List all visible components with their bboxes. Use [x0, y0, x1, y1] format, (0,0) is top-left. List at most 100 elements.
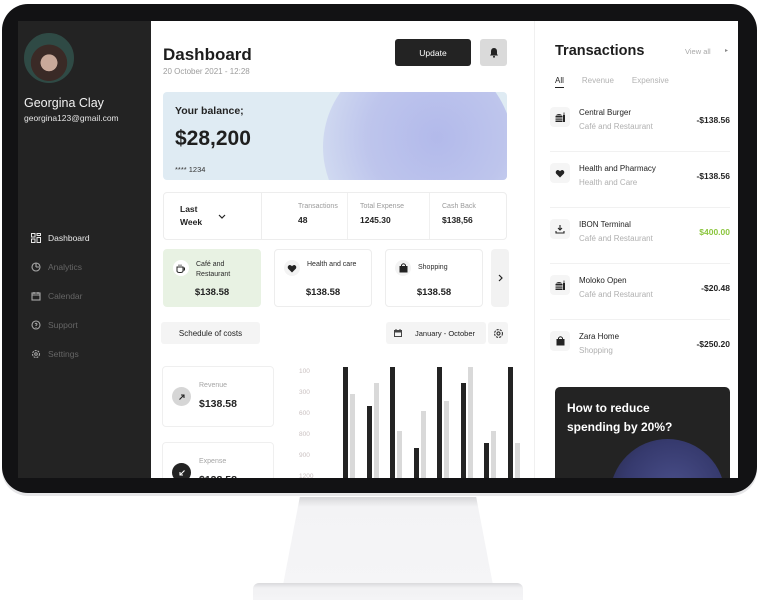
- bar-dark-7: [484, 443, 489, 478]
- transaction-amount: -$20.48: [701, 283, 730, 293]
- y-tick-label: 800: [299, 431, 310, 438]
- sidebar-item-analytics[interactable]: Analytics: [30, 252, 90, 281]
- bar-dark-1: [343, 367, 348, 478]
- transaction-row[interactable]: Health and Pharmacy Health and Care -$13…: [550, 152, 730, 208]
- balance-amount: $28,200: [175, 127, 251, 150]
- category-amount: $138.58: [305, 287, 341, 298]
- stat-label: Transactions: [298, 203, 338, 210]
- user-name: Georgina Clay: [24, 96, 104, 110]
- page-date: 20 October 2021 - 12:28: [163, 67, 250, 76]
- stat-label: Cash Back: [442, 203, 476, 210]
- stat-value: 48: [298, 215, 308, 225]
- schedule-of-costs-label: Schedule of costs: [161, 322, 260, 344]
- sidebar-item-label: Analytics: [48, 261, 83, 272]
- bar-light-8: [514, 443, 520, 478]
- tab-expensive[interactable]: Expensive: [632, 76, 669, 88]
- expense-value: $138.58: [199, 474, 237, 478]
- download-icon: [550, 219, 570, 239]
- promo-card[interactable]: How to reduce spending by 20%?: [555, 387, 730, 478]
- y-tick-label: 300: [299, 389, 310, 396]
- transaction-amount: -$138.56: [696, 171, 730, 181]
- date-range-picker[interactable]: January - October: [386, 322, 486, 344]
- y-tick-label: 600: [299, 410, 310, 417]
- transaction-row[interactable]: Zara Home Shopping -$250.20: [550, 320, 730, 376]
- sidebar-item-settings[interactable]: Settings: [30, 339, 90, 368]
- transaction-category: Café and Restaurant: [579, 234, 653, 243]
- transaction-name: IBON Terminal: [579, 220, 631, 229]
- stat-transactions: Transactions 48: [262, 193, 348, 239]
- transaction-amount: -$138.56: [696, 115, 730, 125]
- category-card-shopping[interactable]: Shopping $138.58: [385, 249, 483, 307]
- transaction-row[interactable]: Central Burger Café and Restaurant -$138…: [550, 96, 730, 152]
- transaction-amount: $400.00: [699, 227, 730, 237]
- bar-dark-4: [413, 447, 419, 478]
- revenue-card: Revenue $138.58: [162, 366, 274, 427]
- transaction-tabs: All Revenue Expensive: [555, 76, 687, 88]
- transaction-category: Shopping: [579, 346, 613, 355]
- sidebar-item-label: Support: [48, 319, 78, 330]
- transaction-name: Moloko Open: [579, 276, 627, 285]
- gear-icon: [493, 328, 503, 338]
- revenue-value: $138.58: [199, 398, 237, 410]
- heart-icon: [284, 260, 300, 276]
- sidebar-item-calendar[interactable]: Calendar: [30, 281, 90, 310]
- stat-value: $138,56: [442, 215, 473, 225]
- transaction-amount: -$250.20: [696, 339, 730, 349]
- bar-light-3: [397, 430, 402, 478]
- categories-next-button[interactable]: [491, 249, 509, 307]
- promo-text: How to reduce spending by 20%?: [567, 401, 673, 434]
- category-amount: $138.58: [416, 287, 452, 298]
- arrow-down-left-icon: [172, 463, 191, 478]
- bar-dark-2: [366, 405, 372, 478]
- bar-light-2: [373, 382, 379, 478]
- update-button[interactable]: Update: [395, 39, 471, 66]
- gear-icon: [30, 348, 42, 360]
- bar-dark-6: [460, 382, 466, 478]
- bar-light-5: [444, 401, 449, 478]
- y-tick-label: 100: [299, 368, 310, 375]
- transaction-row[interactable]: IBON Terminal Café and Restaurant $400.0…: [550, 208, 730, 264]
- costs-bar-chart: 100 300 600 800 900 1200: [291, 361, 531, 478]
- view-all-link[interactable]: View all: [685, 47, 711, 56]
- stat-value: 1245.30: [360, 215, 391, 225]
- transaction-list: Central Burger Café and Restaurant -$138…: [550, 96, 730, 376]
- category-name: Shopping: [418, 264, 448, 271]
- burger-icon: [550, 107, 570, 127]
- category-card-cafe[interactable]: Café and Restaurant $138.58: [163, 249, 261, 307]
- category-amount: $138.58: [194, 287, 230, 298]
- date-range-label: January - October: [415, 328, 476, 338]
- sidebar-nav: Dashboard Analytics Calendar Support Set…: [30, 223, 90, 368]
- stat-label: Total Expense: [360, 203, 404, 210]
- user-email: georgina123@gmail.com: [24, 113, 119, 123]
- tab-revenue[interactable]: Revenue: [582, 76, 614, 88]
- period-dropdown[interactable]: Last Week: [164, 193, 262, 239]
- y-tick-label: 900: [299, 452, 310, 459]
- avatar[interactable]: [24, 33, 74, 83]
- sidebar-item-support[interactable]: Support: [30, 310, 90, 339]
- caret-right-icon: ▸: [725, 47, 729, 54]
- calendar-icon: [30, 290, 42, 302]
- category-cards: Café and Restaurant $138.58 Health and c…: [163, 249, 513, 307]
- arrow-up-right-icon: [172, 387, 191, 406]
- globe-illustration: [323, 92, 507, 180]
- help-icon: [30, 319, 42, 331]
- calendar-icon: [393, 328, 403, 338]
- tab-all[interactable]: All: [555, 76, 564, 88]
- period-label: Last Week: [180, 204, 203, 227]
- transaction-category: Café and Restaurant: [579, 122, 653, 131]
- bar-light-6: [467, 367, 473, 478]
- shopping-bag-icon: [395, 260, 411, 276]
- bar-dark-3: [390, 367, 395, 478]
- page-title: Dashboard: [163, 45, 252, 64]
- sidebar-item-dashboard[interactable]: Dashboard: [30, 223, 90, 252]
- sidebar-item-label: Calendar: [48, 290, 83, 301]
- monitor-stand: [283, 497, 493, 585]
- expense-card: Expense $138.58: [162, 442, 274, 478]
- bar-dark-5: [437, 367, 442, 478]
- transactions-title: Transactions: [555, 43, 645, 59]
- chart-settings-button[interactable]: [488, 322, 508, 344]
- bar-light-4: [420, 411, 426, 478]
- notifications-button[interactable]: [480, 39, 507, 66]
- category-card-health[interactable]: Health and care $138.58: [274, 249, 372, 307]
- transaction-row[interactable]: Moloko Open Café and Restaurant -$20.48: [550, 264, 730, 320]
